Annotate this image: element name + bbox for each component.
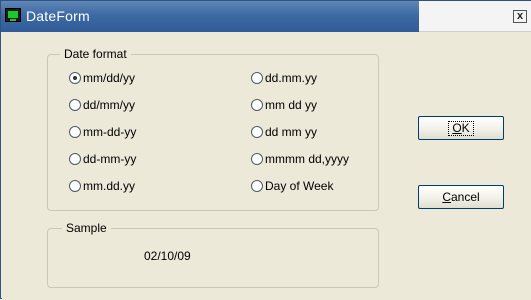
radio-label: dd/mm/yy: [83, 98, 136, 112]
radio-mm-dd-yy-dash[interactable]: mm-dd-yy: [69, 124, 136, 140]
close-button[interactable]: x: [513, 10, 527, 23]
radio-mmmm-dd-yyyy[interactable]: mmmm dd,yyyy: [251, 151, 349, 167]
ok-button[interactable]: OK: [418, 116, 504, 140]
ok-button-label: OK: [448, 120, 474, 136]
cancel-button[interactable]: Cancel: [418, 185, 504, 209]
radio-indicator: [69, 99, 81, 111]
radio-label: mm.dd.yy: [83, 179, 136, 193]
radio-label: dd-mm-yy: [83, 152, 137, 166]
dateform-window: DateForm x Date format mm/dd/yy dd.mm.yy…: [0, 0, 531, 300]
radio-indicator: [69, 153, 81, 165]
radio-mm-dd-yy-dot[interactable]: mm.dd.yy: [69, 178, 135, 194]
radio-indicator: [251, 126, 263, 138]
radio-indicator: [251, 153, 263, 165]
radio-indicator: [69, 72, 81, 84]
radio-dd-mm-yy-slash[interactable]: dd/mm/yy: [69, 97, 135, 113]
radio-day-of-week[interactable]: Day of Week: [251, 178, 333, 194]
radio-indicator: [251, 99, 263, 111]
date-format-group: Date format mm/dd/yy dd.mm.yy dd/mm/yy m…: [47, 47, 379, 211]
radio-label: Day of Week: [265, 179, 334, 193]
app-monitor-icon: [5, 8, 21, 22]
radio-indicator: [69, 126, 81, 138]
radio-indicator: [251, 180, 263, 192]
radio-label: mmmm dd,yyyy: [265, 152, 349, 166]
window-title: DateForm: [26, 8, 90, 24]
radio-mm-dd-yy-slash[interactable]: mm/dd/yy: [69, 70, 135, 86]
radio-mm-dd-yy-space[interactable]: mm dd yy: [251, 97, 317, 113]
radio-label: mm/dd/yy: [83, 71, 136, 85]
radio-indicator: [251, 72, 263, 84]
dialog-body: Date format mm/dd/yy dd.mm.yy dd/mm/yy m…: [2, 32, 531, 300]
radio-label: mm dd yy: [265, 98, 318, 112]
radio-label: dd mm yy: [265, 125, 318, 139]
date-format-group-label: Date format: [60, 47, 131, 61]
radio-dd-mm-yy-dash[interactable]: dd-mm-yy: [69, 151, 136, 167]
sample-group: Sample 02/10/09: [47, 221, 379, 288]
radio-label: mm-dd-yy: [83, 125, 137, 139]
radio-indicator: [69, 180, 81, 192]
title-bar[interactable]: DateForm: [1, 1, 419, 32]
sample-group-label: Sample: [62, 221, 111, 235]
cancel-button-label: Cancel: [442, 190, 480, 204]
sample-date-value: 02/10/09: [144, 249, 191, 263]
radio-dd-mm-yy-space[interactable]: dd mm yy: [251, 124, 317, 140]
radio-dd-mm-yy-dot[interactable]: dd.mm.yy: [251, 70, 317, 86]
radio-label: dd.mm.yy: [265, 71, 318, 85]
